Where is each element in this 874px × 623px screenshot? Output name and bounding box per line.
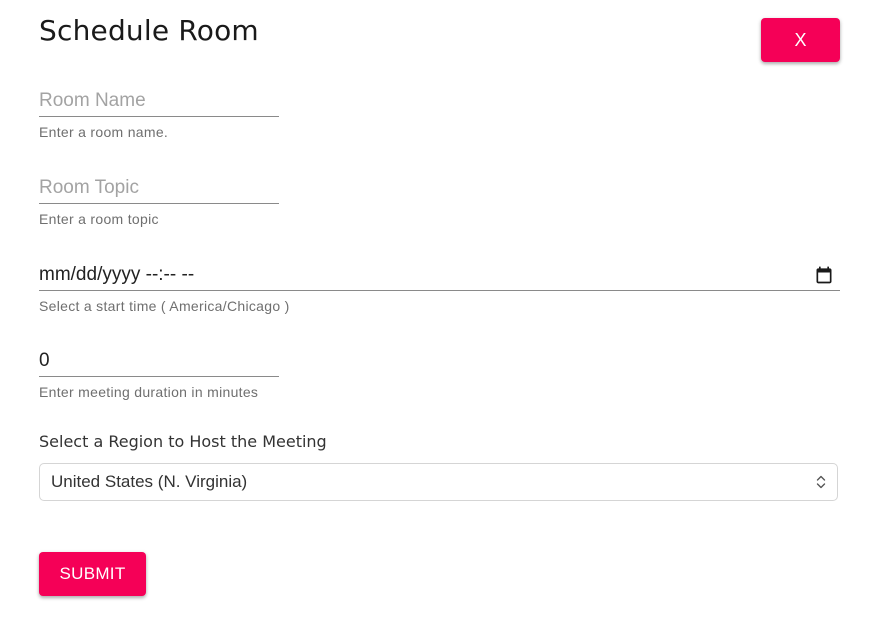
room-name-field: Enter a room name. bbox=[39, 86, 279, 140]
duration-field: Enter meeting duration in minutes bbox=[39, 346, 279, 400]
room-name-input[interactable] bbox=[39, 86, 279, 116]
room-name-helper: Enter a room name. bbox=[39, 124, 169, 140]
schedule-room-dialog: Schedule Room X Enter a room name. Enter… bbox=[0, 0, 874, 623]
calendar-icon[interactable] bbox=[814, 265, 834, 285]
region-select[interactable]: United States (N. Virginia) bbox=[39, 463, 838, 501]
room-topic-input[interactable] bbox=[39, 173, 279, 203]
room-topic-underline bbox=[39, 203, 279, 204]
duration-input[interactable] bbox=[39, 346, 279, 376]
duration-helper: Enter meeting duration in minutes bbox=[39, 384, 259, 400]
room-topic-field: Enter a room topic bbox=[39, 173, 279, 227]
page-title: Schedule Room bbox=[39, 14, 259, 47]
start-time-helper: Select a start time ( America/Chicago ) bbox=[39, 298, 290, 314]
start-time-field: mm/dd/yyyy --:-- -- Select a start time … bbox=[39, 260, 840, 314]
start-time-value: mm/dd/yyyy --:-- -- bbox=[39, 264, 195, 285]
region-label: Select a Region to Host the Meeting bbox=[39, 432, 327, 451]
chevron-up-down-icon bbox=[816, 475, 826, 489]
room-topic-helper: Enter a room topic bbox=[39, 211, 159, 227]
room-name-underline bbox=[39, 116, 279, 117]
region-selected-value: United States (N. Virginia) bbox=[51, 472, 248, 491]
duration-underline bbox=[39, 376, 279, 377]
start-time-underline bbox=[39, 290, 840, 291]
close-button[interactable]: X bbox=[761, 18, 840, 62]
start-time-input[interactable]: mm/dd/yyyy --:-- -- bbox=[39, 260, 840, 290]
submit-button[interactable]: SUBMIT bbox=[39, 552, 146, 596]
